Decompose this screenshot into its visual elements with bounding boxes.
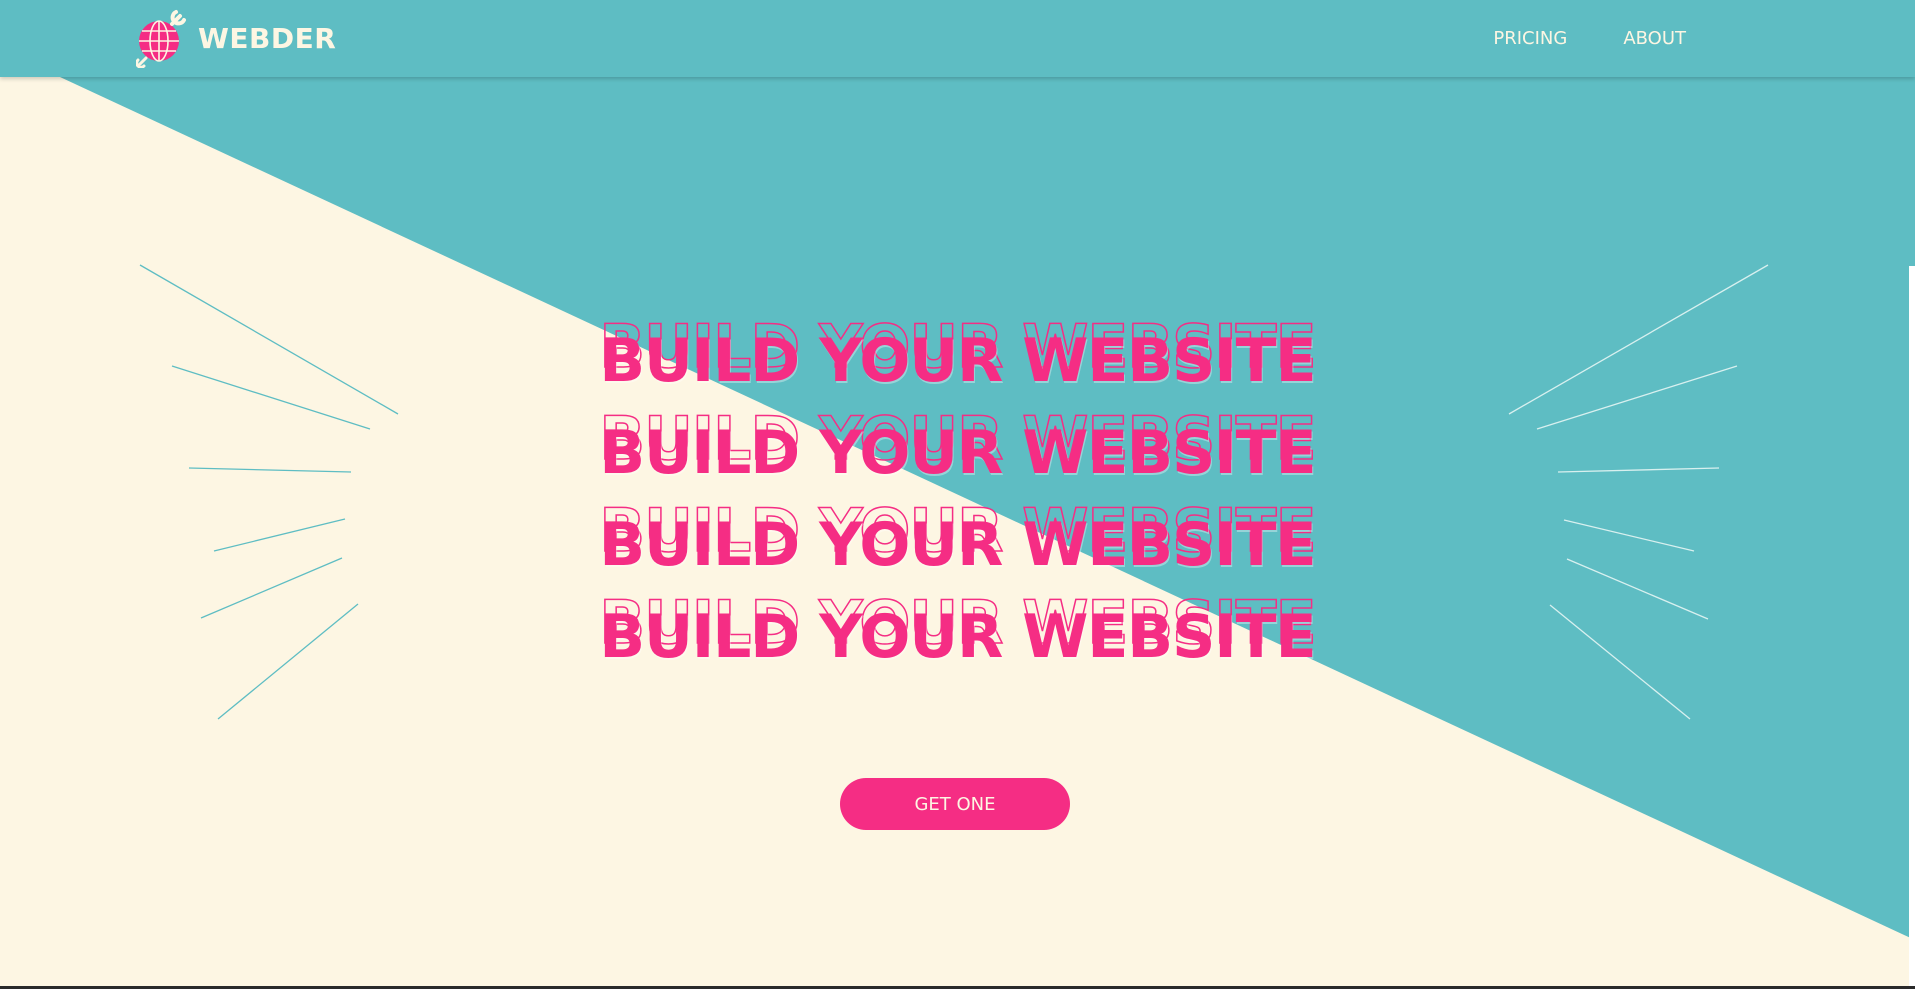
main-nav: PRICING ABOUT — [1493, 28, 1686, 49]
headline-text: BUILD YOUR WEBSITE — [599, 510, 1316, 580]
headline-text: BUILD YOUR WEBSITE — [599, 602, 1316, 672]
headline-line: BUILD YOUR WEBSITE BUILD YOUR WEBSITE — [0, 495, 1915, 588]
headline-line: BUILD YOUR WEBSITE BUILD YOUR WEBSITE — [0, 311, 1915, 404]
headline-text: BUILD YOUR WEBSITE — [599, 418, 1316, 488]
site-header: WEBDER PRICING ABOUT — [0, 0, 1915, 77]
get-one-button[interactable]: GET ONE — [840, 778, 1070, 830]
brand-logo[interactable]: WEBDER — [136, 8, 336, 68]
headline-text: BUILD YOUR WEBSITE — [599, 326, 1316, 396]
brand-name: WEBDER — [198, 21, 337, 55]
headline-line: BUILD YOUR WEBSITE BUILD YOUR WEBSITE — [0, 587, 1915, 680]
landing-page: WEBDER PRICING ABOUT BUILD YOUR WEBSITE … — [0, 0, 1915, 989]
headline-line: BUILD YOUR WEBSITE BUILD YOUR WEBSITE — [0, 403, 1915, 496]
nav-link-about[interactable]: ABOUT — [1623, 28, 1686, 49]
hero-headline: BUILD YOUR WEBSITE BUILD YOUR WEBSITE BU… — [0, 311, 1915, 680]
nav-link-pricing[interactable]: PRICING — [1493, 28, 1567, 49]
globe-wrench-icon — [136, 10, 186, 68]
